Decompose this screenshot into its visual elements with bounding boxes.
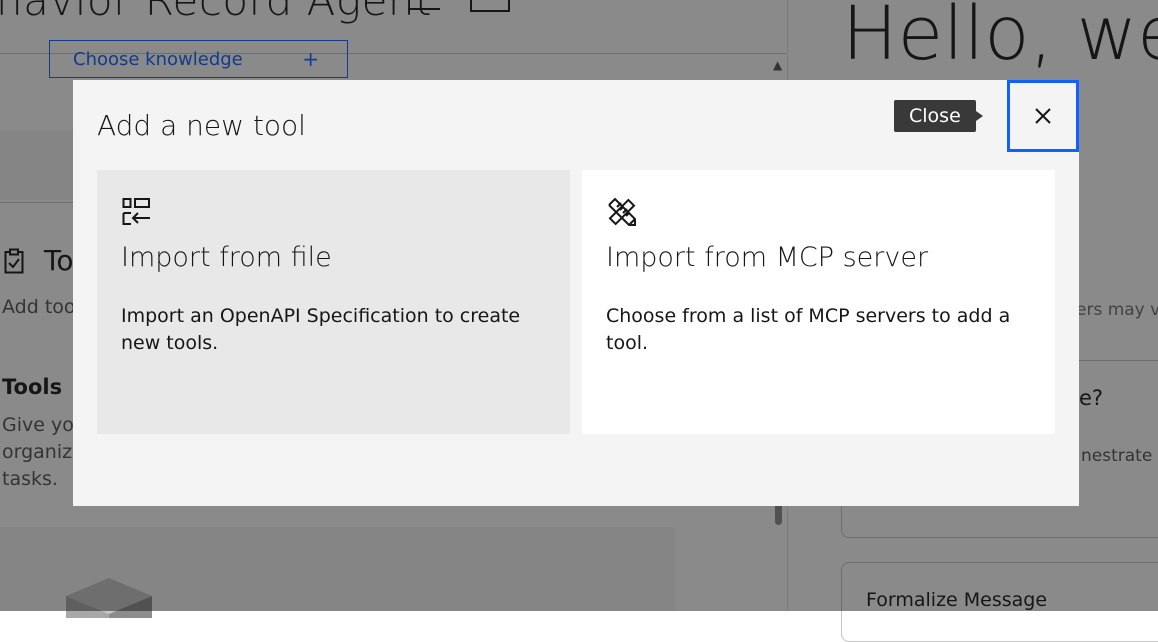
tile-description: Import an OpenAPI Specification to creat… [121, 305, 521, 354]
import-from-mcp-server-tile[interactable]: Import from MCP server Choose from a lis… [582, 170, 1055, 434]
tile-description: Choose from a list of MCP servers to add… [606, 305, 1011, 354]
mcp-server-tools-icon [608, 197, 636, 226]
add-tool-modal: Add a new tool Close Import from file Im… [73, 80, 1079, 506]
tile-title: Import from file [121, 242, 332, 273]
tile-title: Import from MCP server [606, 242, 929, 273]
import-file-icon [122, 198, 150, 225]
close-button[interactable] [1007, 80, 1079, 152]
close-tooltip: Close [894, 100, 983, 132]
close-icon [1035, 108, 1051, 124]
modal-title: Add a new tool [97, 109, 306, 142]
import-from-file-tile[interactable]: Import from file Import an OpenAPI Speci… [97, 170, 570, 434]
